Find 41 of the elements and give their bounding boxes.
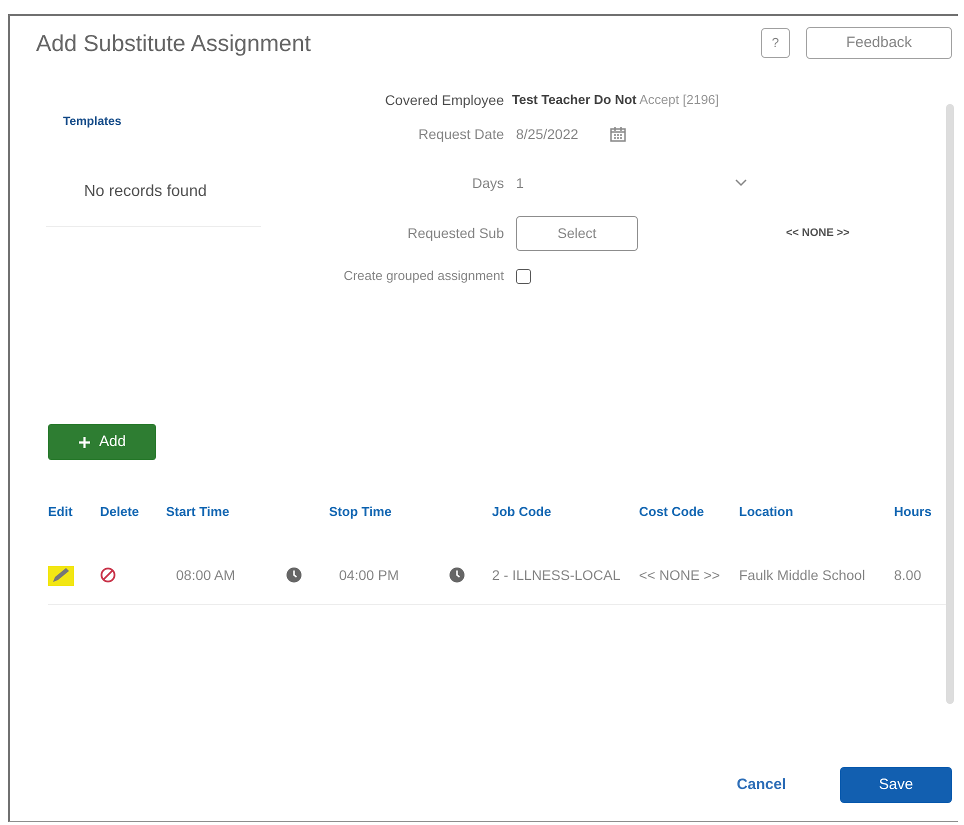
days-dropdown[interactable]: 1 [512,172,747,194]
sub-value: << NONE >> [786,226,850,241]
cancel-button[interactable]: Cancel [730,772,792,798]
grouped-checkbox[interactable] [516,268,531,284]
date-value: 8/25/2022 [516,124,578,144]
select-button[interactable]: Select [516,216,638,250]
templates-heading: Templates [63,113,122,130]
column-header: Delete [100,504,140,519]
field-label: Covered Employee [384,90,504,110]
field-label: Days [471,174,504,193]
column-header: Edit [48,504,73,519]
edit-icon[interactable] [48,564,74,586]
table-cell-text: Faulk Middle School [739,566,866,584]
save-button[interactable]: Save [840,767,952,803]
help-button[interactable]: ? [760,28,790,58]
field-label: Requested Sub [406,224,504,243]
empty-message: No records found [84,182,208,202]
table-cell-text: 2 - ILLNESS-LOCAL [492,566,620,584]
clock-icon[interactable] [286,567,302,583]
clock-icon[interactable] [449,567,465,583]
plus-icon [78,436,92,448]
stop-time-field[interactable]: 04:00 PM [339,564,449,586]
column-header: Cost Code [639,504,704,519]
column-header: Hours [894,504,932,519]
field-label: Create grouped assignment [342,267,504,286]
add-button[interactable]: Add [48,424,156,460]
employee-name: Test Teacher Do Not Accept [2196] [512,91,719,110]
scrollbar[interactable] [946,104,954,704]
column-header: Start Time [166,504,230,519]
column-header: Stop Time [329,504,392,519]
table-cell-text: << NONE >> [639,566,720,584]
start-time-field[interactable]: 08:00 AM [176,564,286,586]
field-label: Request Date [417,124,504,144]
column-header: Location [739,504,794,519]
feedback-button[interactable]: Feedback [806,27,952,59]
calendar-icon[interactable] [610,126,626,142]
table-cell-text: 8.00 [894,566,922,584]
chevron-down-icon [735,179,747,187]
delete-icon[interactable] [100,567,116,583]
dialog-title: Add Substitute Assignment [36,28,312,58]
column-header: Job Code [492,504,552,519]
